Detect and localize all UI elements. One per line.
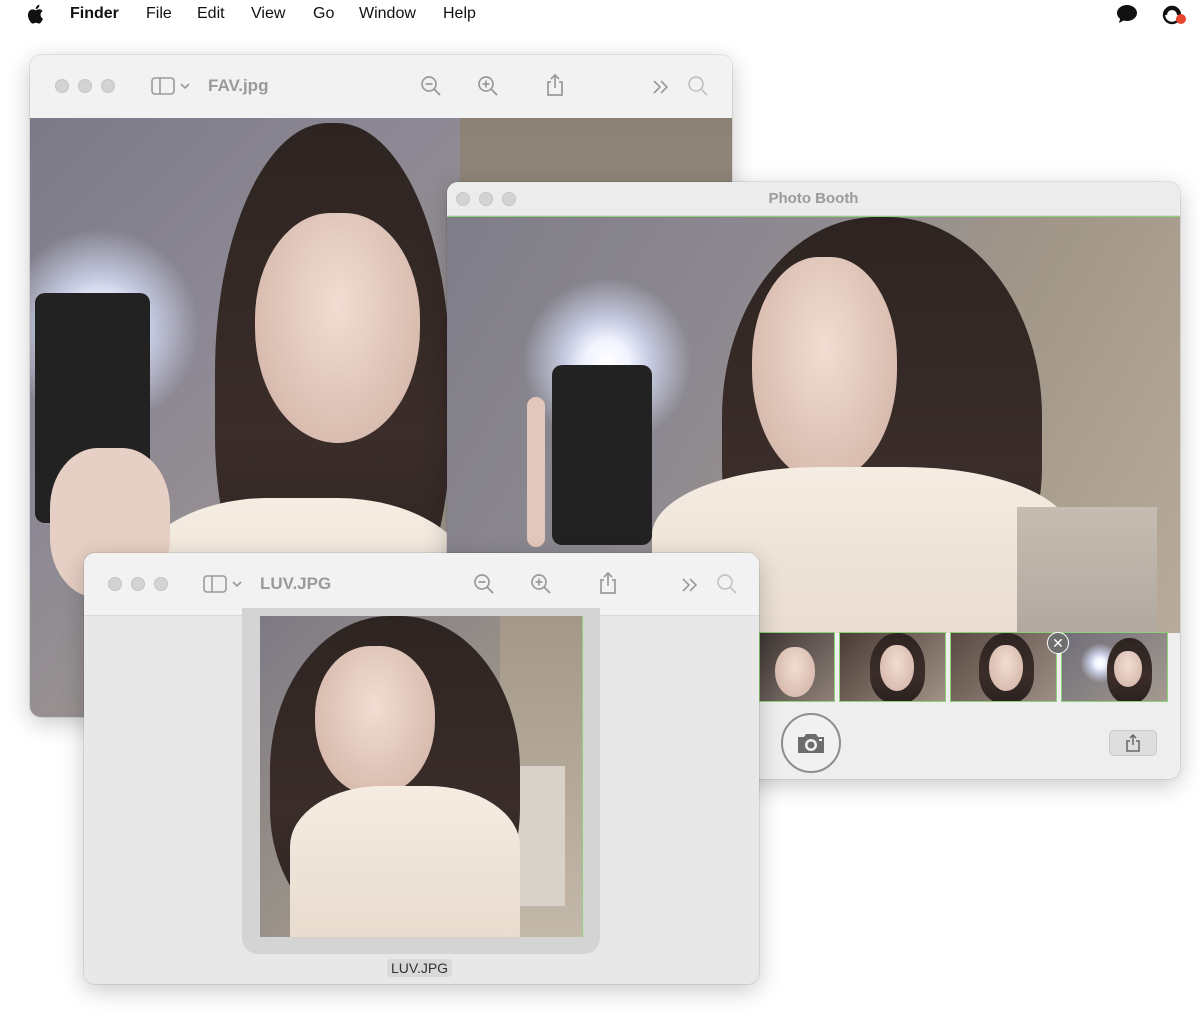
search-icon[interactable]	[687, 75, 709, 97]
zoom-window-button[interactable]	[154, 577, 168, 591]
zoom-out-icon[interactable]	[473, 573, 495, 595]
photo-thumbnail-strip	[759, 632, 1168, 702]
share-icon	[1126, 734, 1140, 752]
search-icon[interactable]	[716, 573, 738, 595]
chevron-double-right-icon[interactable]	[652, 76, 670, 98]
minimize-window-button[interactable]	[78, 79, 92, 93]
menu-file[interactable]: File	[146, 5, 172, 23]
traffic-lights	[55, 79, 115, 93]
photo-booth-title: Photo Booth	[768, 190, 859, 207]
luv-photo-frame	[242, 608, 600, 954]
speech-bubble-icon[interactable]	[1116, 4, 1138, 24]
apple-logo-icon[interactable]	[26, 4, 44, 24]
minimize-window-button[interactable]	[131, 577, 145, 591]
chevron-double-right-icon[interactable]	[681, 574, 699, 596]
close-window-button[interactable]	[55, 79, 69, 93]
zoom-window-button[interactable]	[101, 79, 115, 93]
zoom-in-icon[interactable]	[477, 75, 499, 97]
photo-thumbnail[interactable]	[950, 632, 1057, 702]
share-icon[interactable]	[544, 73, 566, 97]
sidebar-toggle-icon[interactable]	[203, 573, 247, 595]
control-center-icon[interactable]	[1160, 4, 1188, 26]
zoom-out-icon[interactable]	[420, 75, 442, 97]
phone	[552, 365, 652, 545]
luv-file-label: LUV.JPG	[387, 959, 453, 977]
luv-toolbar: LUV.JPG	[84, 553, 759, 616]
menu-go[interactable]: Go	[313, 5, 334, 23]
fav-toolbar: FAV.jpg	[30, 55, 732, 119]
menu-bar: Finder File Edit View Go Window Help	[0, 0, 1199, 30]
fav-window-title: FAV.jpg	[208, 76, 269, 95]
menu-edit[interactable]: Edit	[197, 5, 225, 23]
photo-thumbnail[interactable]	[759, 632, 835, 702]
menu-help[interactable]: Help	[443, 5, 476, 23]
share-icon[interactable]	[597, 571, 619, 595]
luv-window-title: LUV.JPG	[260, 574, 332, 593]
camera-icon	[798, 734, 824, 753]
traffic-lights	[108, 577, 168, 591]
close-icon[interactable]: ✕	[1047, 632, 1069, 654]
menu-app-name[interactable]: Finder	[70, 5, 119, 23]
photo-thumbnail[interactable]	[1061, 632, 1168, 702]
share-button[interactable]	[1109, 730, 1157, 756]
luv-preview-window[interactable]: LUV.JPG LUV.JPG	[84, 553, 759, 984]
sidebar-toggle-icon[interactable]	[151, 75, 195, 97]
menu-view[interactable]: View	[251, 5, 285, 23]
take-photo-button[interactable]	[781, 713, 841, 773]
close-window-button[interactable]	[108, 577, 122, 591]
zoom-in-icon[interactable]	[530, 573, 552, 595]
photo-booth-titlebar: Photo Booth	[447, 182, 1180, 216]
photo-thumbnail[interactable]	[839, 632, 946, 702]
menu-window[interactable]: Window	[359, 5, 416, 23]
luv-photo[interactable]	[260, 616, 583, 937]
